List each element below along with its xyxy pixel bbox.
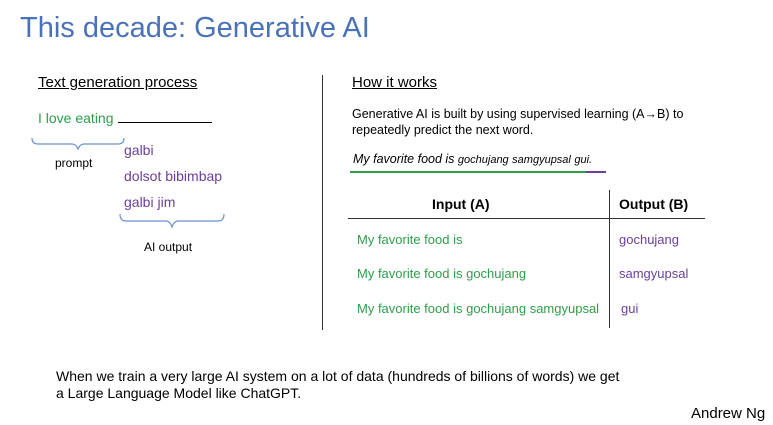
prompt-brace: [31, 137, 125, 151]
example-token-samgyupsal: samgyupsal: [512, 154, 571, 166]
slide-title: This decade: Generative AI: [20, 12, 370, 44]
output-dolsot-bibimbap: dolsot bibimbap: [124, 168, 223, 184]
table-row-3-input: My favorite food is gochujang samgyupsal: [357, 301, 600, 316]
example-prefix: My favorite food is: [353, 152, 458, 166]
table-header-output: Output (B): [619, 196, 689, 212]
prompt-label: prompt: [55, 156, 93, 170]
example-underline-purple: [586, 171, 606, 173]
description-line-2: repeatedly predict the next word.: [352, 123, 534, 137]
table-row-1-output: gochujang: [619, 232, 679, 247]
output-brace: [119, 213, 225, 229]
example-token-gochujang: gochujang: [457, 154, 509, 166]
how-it-works-heading: How it works: [352, 74, 438, 91]
table-column-divider: [609, 190, 610, 328]
example-underline-green: [350, 171, 586, 173]
table-header-input: Input (A): [432, 196, 490, 212]
author-name: Andrew Ng: [691, 405, 766, 422]
text-generation-heading: Text generation process: [38, 74, 198, 91]
table-row-2-input: My favorite food is gochujang: [357, 266, 527, 281]
ai-output-label: AI output: [144, 240, 193, 254]
blank-line: [118, 122, 212, 123]
footer-line-2: a Large Language Model like ChatGPT.: [56, 385, 302, 401]
example-sentence: My favorite food is gochujang samgyupsal…: [353, 152, 592, 166]
output-galbi: galbi: [124, 142, 154, 158]
table-row-2-output: samgyupsal: [619, 266, 689, 281]
section-divider: [322, 75, 323, 330]
example-token-gui: gui.: [574, 154, 593, 166]
prompt-text: I love eating: [38, 110, 114, 126]
table-row-1-input: My favorite food is: [357, 232, 463, 247]
footer-line-1: When we train a very large AI system on …: [56, 368, 620, 384]
table-header-rule: [348, 218, 705, 219]
table-row-3-output: gui: [621, 301, 639, 316]
description-line-1: Generative AI is built by using supervis…: [352, 107, 684, 121]
output-galbi-jim: galbi jim: [124, 194, 176, 210]
